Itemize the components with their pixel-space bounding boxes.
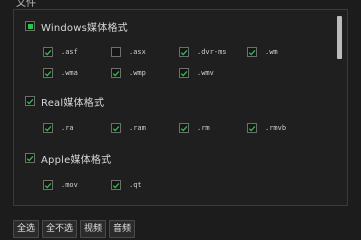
format-label-asf: .asf <box>61 48 78 56</box>
checkmark-icon <box>180 49 188 56</box>
partial-check-icon <box>27 23 33 29</box>
checkmark-icon <box>112 70 120 77</box>
group-row-clipped <box>25 207 85 211</box>
format-label-ram: .ram <box>129 124 146 132</box>
format-checkbox-wmv[interactable] <box>179 68 189 78</box>
format-item-wma[interactable]: .wma <box>43 67 78 79</box>
format-checkbox-asf[interactable] <box>43 47 53 57</box>
format-label-wmv: .wmv <box>197 69 214 77</box>
select-audio-button[interactable]: 音频 <box>109 220 136 238</box>
group-label-real: Real媒体格式 <box>41 97 105 109</box>
format-item-dvr-ms[interactable]: .dvr-ms <box>179 46 227 58</box>
checkmark-icon <box>248 49 256 56</box>
format-checkbox-wmp[interactable] <box>111 68 121 78</box>
format-label-dvr-ms: .dvr-ms <box>197 48 227 56</box>
group-apple[interactable]: Apple媒体格式 <box>25 151 112 166</box>
checkmark-icon <box>26 155 34 162</box>
format-checkbox-ram[interactable] <box>111 123 121 133</box>
format-item-rmvb[interactable]: .rmvb <box>247 122 286 134</box>
action-button-bar: 全选 全不选 视频 音频 <box>13 220 136 238</box>
format-checkbox-qt[interactable] <box>111 180 121 190</box>
format-label-ra: .ra <box>61 124 74 132</box>
group-checkbox-apple[interactable] <box>25 153 35 163</box>
format-item-wmp[interactable]: .wmp <box>111 67 146 79</box>
format-checkbox-rmvb[interactable] <box>247 123 257 133</box>
format-checkbox-rm[interactable] <box>179 123 189 133</box>
format-checkbox-asx[interactable] <box>111 47 121 57</box>
format-label-rm: .rm <box>197 124 210 132</box>
format-checkbox-dvr-ms[interactable] <box>179 47 189 57</box>
format-checkbox-ra[interactable] <box>43 123 53 133</box>
group-windows[interactable]: Windows媒体格式 <box>25 19 128 34</box>
group-real[interactable]: Real媒体格式 <box>25 94 105 109</box>
checkmark-icon <box>112 125 120 132</box>
scrollbar-thumb[interactable] <box>337 16 342 59</box>
select-video-button[interactable]: 视频 <box>80 220 107 238</box>
checkmark-icon <box>180 70 188 77</box>
window-title: 文件 <box>16 0 36 9</box>
checkmark-icon <box>44 49 52 56</box>
format-checkbox-wm[interactable] <box>247 47 257 57</box>
format-label-wmp: .wmp <box>129 69 146 77</box>
group-checkbox-real[interactable] <box>25 96 35 106</box>
select-none-button[interactable]: 全不选 <box>42 220 78 238</box>
group-label-apple: Apple媒体格式 <box>41 154 112 166</box>
format-item-asx[interactable]: .asx <box>111 46 146 58</box>
format-item-rm[interactable]: .rm <box>179 122 210 134</box>
checkmark-icon <box>112 182 120 189</box>
format-item-qt[interactable]: .qt <box>111 179 142 191</box>
format-item-ra[interactable]: .ra <box>43 122 74 134</box>
select-all-button[interactable]: 全选 <box>13 220 40 238</box>
format-label-wm: .wm <box>265 48 278 56</box>
checkmark-icon <box>180 125 188 132</box>
format-item-ram[interactable]: .ram <box>111 122 146 134</box>
group-label-windows: Windows媒体格式 <box>41 22 128 34</box>
format-checkbox-mov[interactable] <box>43 180 53 190</box>
checkmark-icon <box>44 70 52 77</box>
format-label-rmvb: .rmvb <box>265 124 287 132</box>
format-item-mov[interactable]: .mov <box>43 179 78 191</box>
format-item-asf[interactable]: .asf <box>43 46 78 58</box>
format-label-qt: .qt <box>129 181 142 189</box>
format-label-wma: .wma <box>61 69 78 77</box>
format-label-mov: .mov <box>61 181 78 189</box>
checkmark-icon <box>44 182 52 189</box>
group-checkbox-windows[interactable] <box>25 21 35 31</box>
format-checkbox-wma[interactable] <box>43 68 53 78</box>
checkmark-icon <box>26 98 34 105</box>
checkmark-icon <box>248 125 256 132</box>
checkmark-icon <box>44 125 52 132</box>
format-label-asx: .asx <box>129 48 146 56</box>
format-item-wm[interactable]: .wm <box>247 46 278 58</box>
format-item-wmv[interactable]: .wmv <box>179 67 214 79</box>
